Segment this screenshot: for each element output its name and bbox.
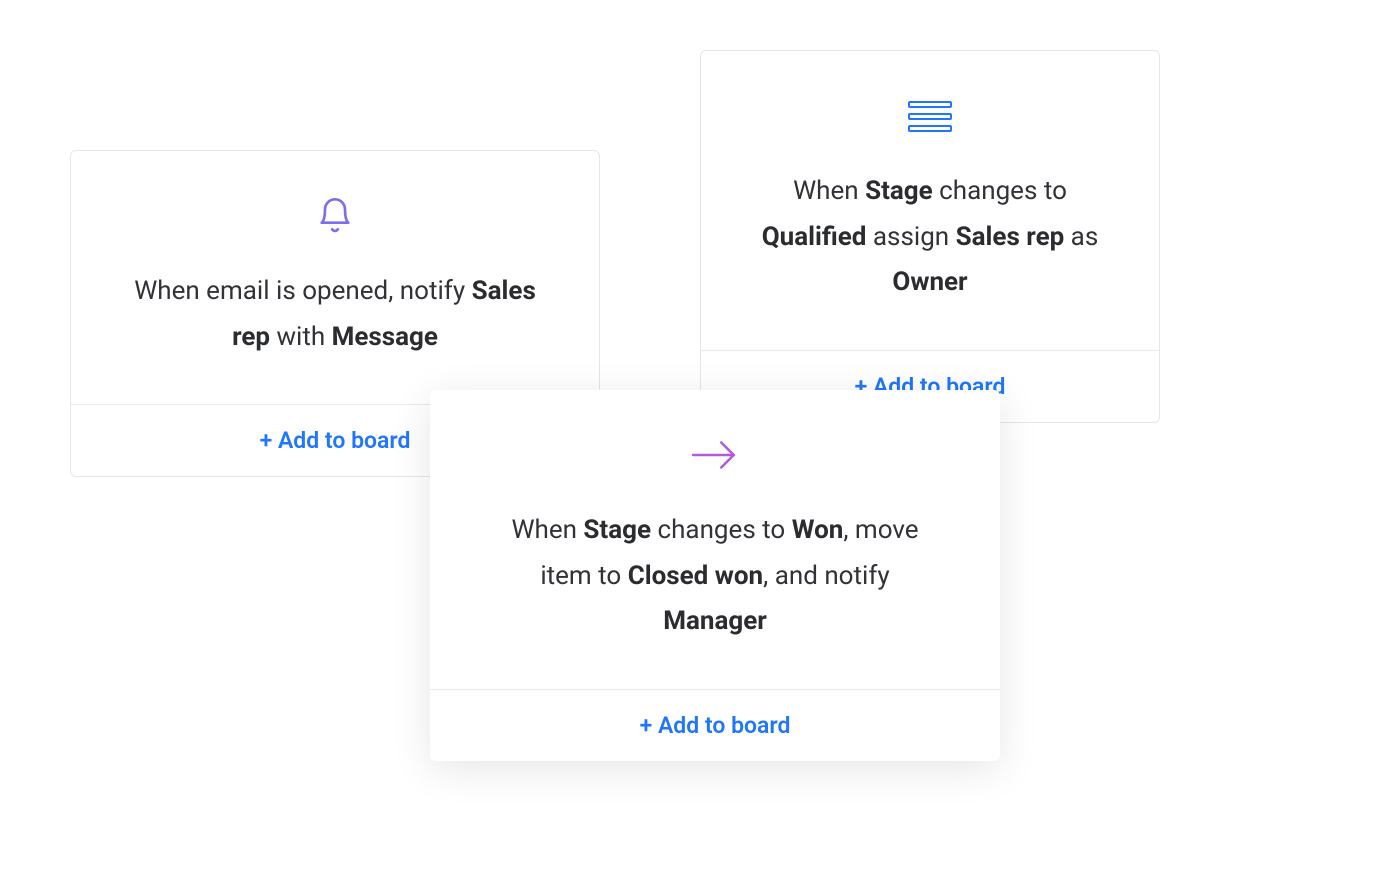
add-to-board-button[interactable]: + Add to board [640,712,791,739]
add-to-board-button[interactable]: + Add to board [260,427,411,454]
automation-description: When Stage changes to Won, move item to … [505,508,925,645]
list-icon [908,91,952,141]
bell-icon [315,191,355,241]
card-footer: + Add to board [430,689,1000,761]
card-body: When email is opened, notify Sales rep w… [71,151,599,404]
automation-card-stage-qualified: When Stage changes to Qualified assign S… [700,50,1160,423]
arrow-right-icon [690,430,740,480]
card-body: When Stage changes to Qualified assign S… [701,51,1159,350]
automation-description: When email is opened, notify Sales rep w… [125,269,545,360]
automation-description: When Stage changes to Qualified assign S… [741,169,1119,306]
automation-card-stage-won: When Stage changes to Won, move item to … [430,390,1000,761]
card-body: When Stage changes to Won, move item to … [430,390,1000,689]
